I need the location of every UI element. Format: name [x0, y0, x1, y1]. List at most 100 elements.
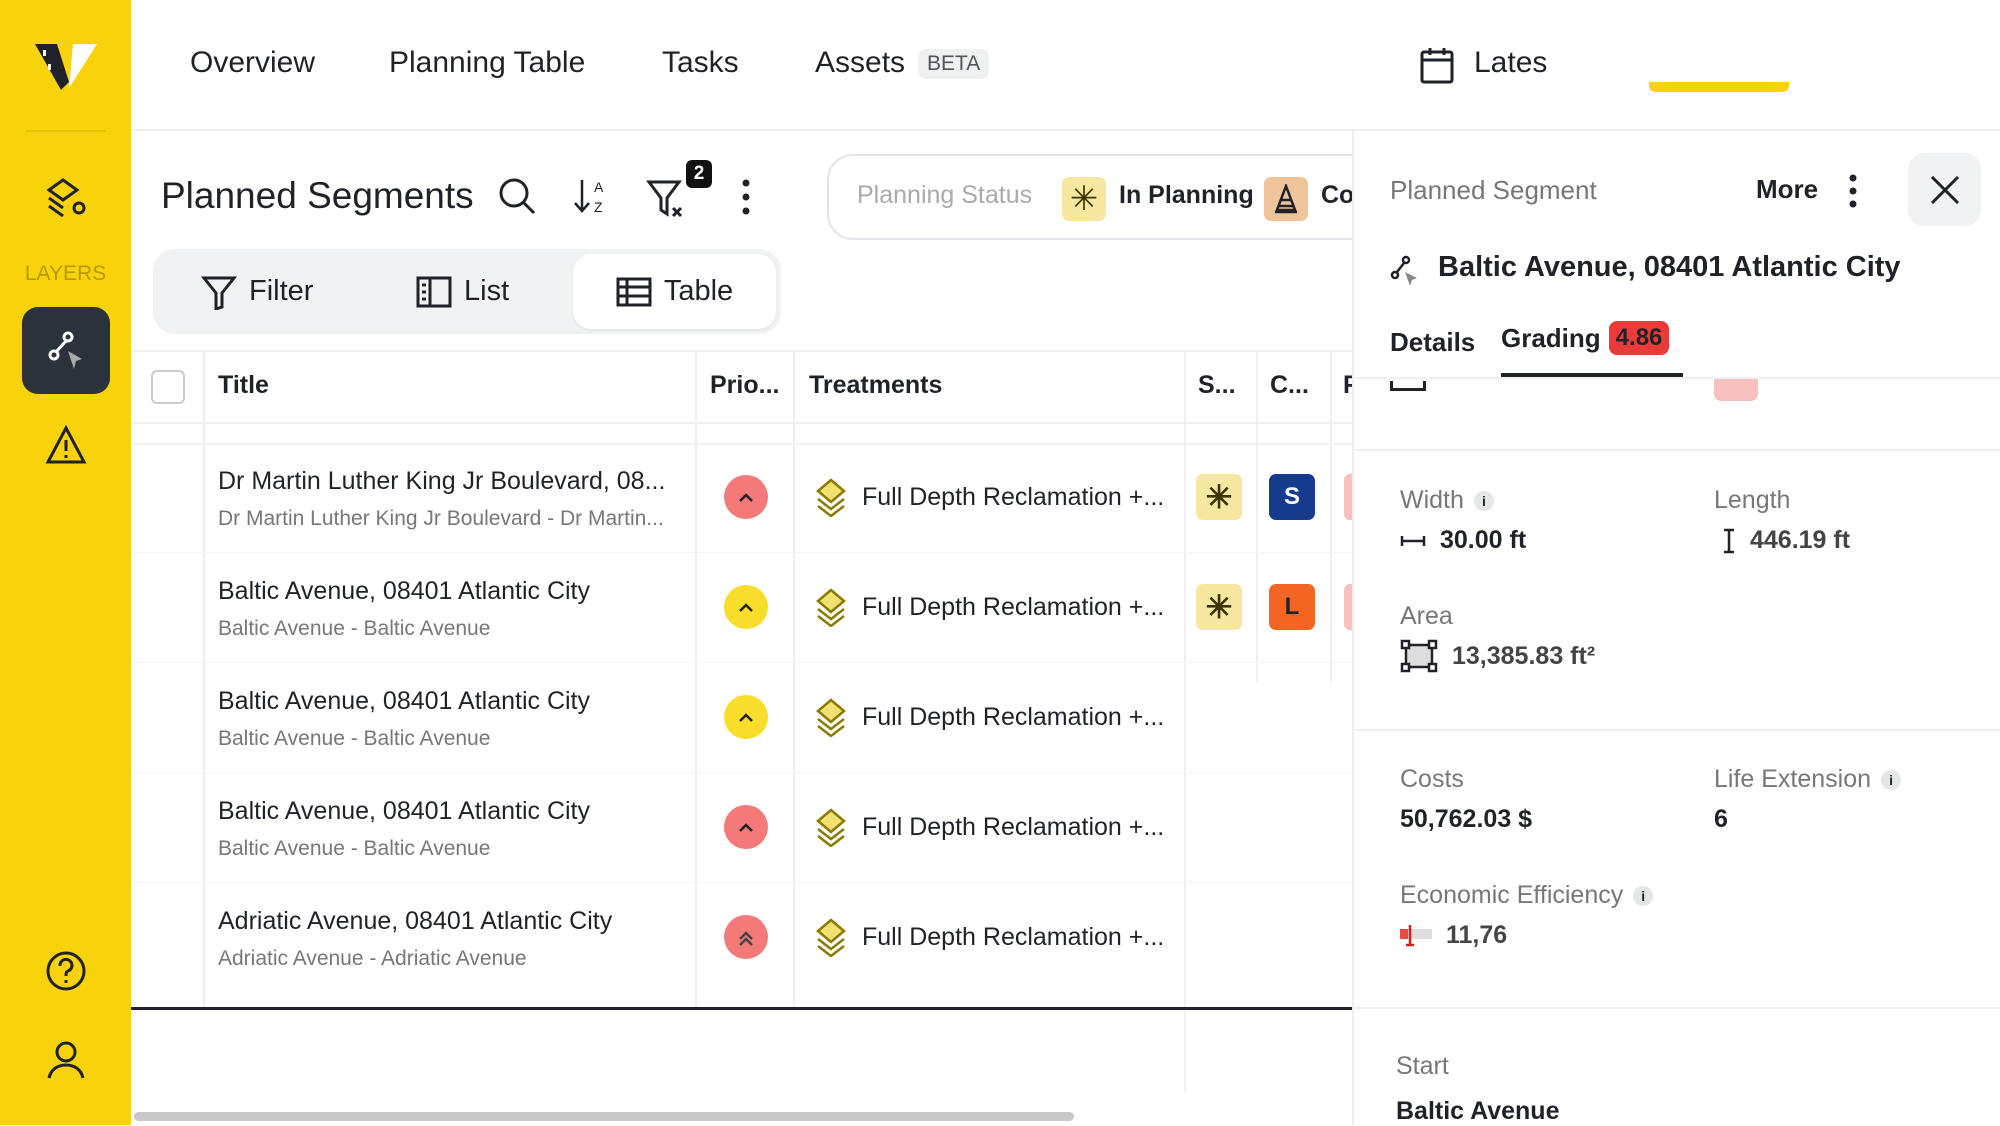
- treatment-layers-icon: [816, 808, 846, 847]
- sort-az-icon[interactable]: AZ: [572, 176, 612, 216]
- filter-label: Filter: [249, 275, 314, 307]
- grading-score-badge: 4.86: [1608, 321, 1670, 355]
- detail-panel: Planned Segment More Baltic Avenue, 0840…: [1352, 131, 2000, 1125]
- segment-icon: [1390, 255, 1417, 286]
- truncated-badge: [1344, 474, 1352, 520]
- info-icon[interactable]: i: [1881, 770, 1902, 791]
- treatment-layers-icon: [816, 918, 846, 957]
- width-label: Width i: [1400, 486, 1494, 515]
- search-icon[interactable]: [497, 176, 537, 216]
- treatment-cell: Full Depth Reclamation +...: [812, 807, 1164, 847]
- area-icon: [1400, 639, 1438, 673]
- treatment-cell: Full Depth Reclamation +...: [812, 587, 1164, 627]
- priority-icon: [724, 695, 768, 739]
- panel-heading: Planned Segment: [1390, 175, 1597, 205]
- planning-status-next: Co: [1321, 181, 1355, 209]
- row-subtitle: Adriatic Avenue - Adriatic Avenue: [218, 947, 527, 970]
- clear-filter-icon[interactable]: [646, 178, 690, 218]
- column-header-treatments[interactable]: Treatments: [809, 371, 942, 400]
- filter-button[interactable]: Filter: [201, 249, 313, 334]
- filter-count-badge: 2: [686, 160, 712, 188]
- row-title: Adriatic Avenue, 08401 Atlantic City: [218, 907, 613, 935]
- nav-tasks[interactable]: Tasks: [662, 46, 739, 80]
- close-icon: [1930, 175, 1959, 204]
- treatment-layers-icon: [816, 588, 846, 627]
- row-title: Baltic Avenue, 08401 Atlantic City: [218, 797, 590, 825]
- layers-settings-icon[interactable]: [0, 176, 131, 220]
- more-vertical-icon[interactable]: [740, 178, 752, 216]
- life-extension-label: Life Extension i: [1714, 765, 1902, 794]
- economic-efficiency-label: Economic Efficiency i: [1400, 881, 1654, 910]
- panel-title: Baltic Avenue, 08401 Atlantic City: [1438, 251, 1901, 283]
- priority-icon: [724, 915, 768, 959]
- divider: [26, 130, 106, 132]
- close-button[interactable]: [1908, 153, 1981, 226]
- segment-tool-button[interactable]: [22, 307, 110, 394]
- column-header-priority[interactable]: Prio...: [710, 371, 779, 400]
- life-extension-value: 6: [1714, 805, 1728, 833]
- start-value: Baltic Avenue: [1396, 1097, 1560, 1125]
- cone-icon: [1264, 177, 1308, 221]
- help-icon[interactable]: [0, 950, 131, 992]
- row-title: Dr Martin Luther King Jr Boulevard, 08..…: [218, 467, 666, 495]
- area-label: Area: [1400, 602, 1453, 630]
- row-subtitle: Baltic Avenue - Baltic Avenue: [218, 617, 491, 640]
- truncated-badge: [1344, 584, 1352, 630]
- tab-details[interactable]: Details: [1390, 327, 1475, 358]
- table-bottom-border: [131, 1007, 1352, 1010]
- info-icon[interactable]: i: [1633, 886, 1654, 907]
- costs-value: 50,762.03 $: [1400, 805, 1533, 833]
- more-button[interactable]: More: [1756, 174, 1818, 205]
- priority-icon: [724, 475, 768, 519]
- row-subtitle: Dr Martin Luther King Jr Boulevard - Dr …: [218, 507, 664, 530]
- list-view-button[interactable]: List: [416, 249, 509, 334]
- beta-badge: BETA: [918, 49, 990, 79]
- more-vertical-icon[interactable]: [1847, 173, 1859, 209]
- length-value: 446.19 ft: [1722, 526, 1850, 555]
- view-switcher: Filter List Table: [153, 249, 781, 334]
- category-badge: S: [1269, 474, 1315, 520]
- nav-overview[interactable]: Overview: [190, 46, 315, 80]
- planning-status-filter[interactable]: Planning Status ✳ In Planning Co: [827, 154, 1387, 240]
- segment-icon: [48, 331, 82, 369]
- nav-assets[interactable]: Assets: [815, 46, 905, 80]
- economic-efficiency-value: 11,76: [1400, 921, 1507, 950]
- planning-status-value: In Planning: [1119, 181, 1254, 209]
- calendar-icon: [1390, 381, 1426, 391]
- user-icon[interactable]: [0, 1038, 131, 1080]
- row-title: Baltic Avenue, 08401 Atlantic City: [218, 577, 590, 605]
- horizontal-scrollbar[interactable]: [134, 1112, 1074, 1121]
- column-header-category[interactable]: C...: [1270, 371, 1309, 400]
- select-all-checkbox[interactable]: [151, 370, 185, 404]
- svg-text:A: A: [594, 179, 604, 195]
- logo[interactable]: [0, 40, 131, 92]
- info-icon[interactable]: i: [1473, 491, 1494, 512]
- length-label: Length: [1714, 486, 1791, 514]
- tab-grading-label: Grading: [1501, 322, 1601, 353]
- top-navigation: Overview Planning Table Tasks Assets BET…: [131, 0, 2000, 131]
- table-view-button[interactable]: Table: [573, 254, 776, 329]
- warning-icon[interactable]: [0, 424, 131, 466]
- priority-icon: [724, 585, 768, 629]
- area-value: 13,385.83 ft²: [1400, 639, 1595, 673]
- column-header-status[interactable]: S...: [1198, 371, 1236, 400]
- length-icon: [1724, 528, 1734, 553]
- svg-text:Z: Z: [594, 199, 603, 215]
- status-no-icon: [1714, 379, 1758, 401]
- status-in-planning-icon: ✳: [1196, 584, 1242, 630]
- sidebar: LAYERS: [0, 0, 131, 1125]
- column-header-title[interactable]: Title: [218, 371, 269, 400]
- table-icon: [616, 277, 652, 306]
- divider: [131, 422, 1352, 424]
- costs-label: Costs: [1400, 765, 1464, 793]
- width-icon: [1400, 535, 1426, 546]
- layers-label: LAYERS: [24, 262, 107, 285]
- category-badge: L: [1269, 584, 1315, 630]
- treatment-cell: Full Depth Reclamation +...: [812, 477, 1164, 517]
- tab-grading[interactable]: Grading 4.86: [1501, 321, 1670, 355]
- filter-icon: [201, 276, 237, 310]
- date-selector[interactable]: Lates: [1474, 46, 1547, 80]
- list-label: List: [464, 275, 510, 307]
- nav-planning-table[interactable]: Planning Table: [389, 46, 585, 80]
- width-value: 30.00 ft: [1400, 526, 1526, 555]
